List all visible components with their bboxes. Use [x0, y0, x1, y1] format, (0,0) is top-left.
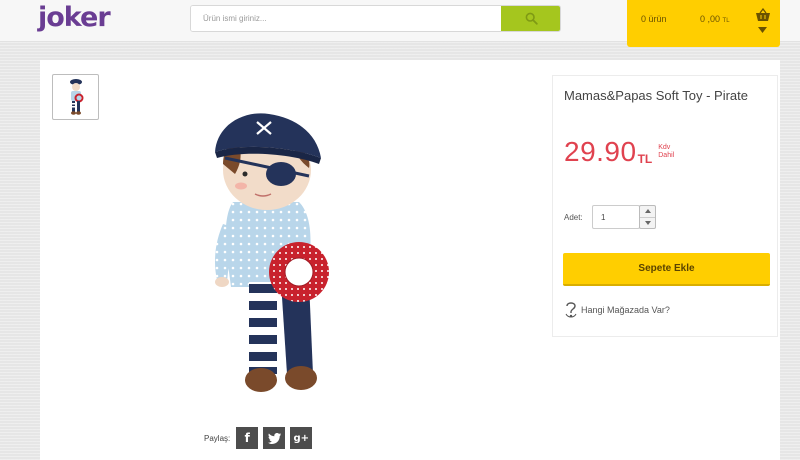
facebook-icon: f: [244, 431, 250, 445]
site-header: joker 0 ürün 0 ,00 TL: [0, 0, 800, 47]
quantity-label-text: Adet: [564, 213, 581, 222]
search-bar: [190, 5, 561, 32]
search-button[interactable]: [501, 6, 560, 31]
product-price: 29.90: [564, 136, 637, 167]
caret-up-icon: [644, 209, 651, 214]
facebook-share-button[interactable]: f: [236, 427, 259, 449]
main-product-image[interactable]: [205, 112, 340, 402]
basket-icon: [756, 8, 770, 21]
product-title: Mamas&Papas Soft Toy - Pirate: [564, 88, 749, 103]
google-plus-icon: g+: [293, 432, 309, 444]
twitter-share-button[interactable]: [263, 427, 286, 449]
google-plus-share-button[interactable]: g+: [290, 427, 313, 449]
search-input[interactable]: [191, 6, 501, 31]
cart-total-currency: TL: [722, 18, 730, 24]
share-bar: Paylaş: f g+: [204, 427, 317, 449]
search-icon: [525, 12, 538, 25]
logo-text: joker: [38, 2, 111, 33]
quantity-label: Adet:: [564, 213, 583, 222]
share-label: Paylaş:: [204, 433, 231, 443]
site-logo[interactable]: joker: [38, 2, 111, 33]
pirate-soft-toy-image: [215, 113, 329, 392]
mini-cart[interactable]: 0 ürün 0 ,00 TL: [627, 0, 780, 47]
product-info-panel: Mamas&Papas Soft Toy - Pirate 29.90 TL K…: [552, 75, 778, 337]
product-thumbnail[interactable]: [52, 74, 99, 120]
caret-down-icon: [644, 220, 651, 225]
store-link-label: Hangi Mağazada Var?: [581, 305, 670, 315]
chevron-down-icon[interactable]: [758, 27, 767, 33]
quantity-increase-button[interactable]: [640, 206, 655, 217]
twitter-icon: [267, 432, 281, 444]
quantity-field[interactable]: [592, 205, 640, 229]
product-thumbnail-image: [69, 79, 83, 115]
add-to-cart-button[interactable]: Sepete Ekle: [563, 253, 770, 286]
quantity-decrease-button[interactable]: [640, 216, 655, 229]
tax-note: Kdv Dahil: [658, 144, 680, 160]
price-block: 29.90 TL Kdv Dahil: [564, 136, 680, 167]
quantity-stepper[interactable]: [639, 205, 656, 229]
store-availability-link[interactable]: Hangi Mağazada Var?: [564, 301, 670, 319]
cart-total: 0 ,00 TL: [700, 14, 730, 24]
cart-item-count: 0 ürün: [641, 14, 667, 24]
price-currency: TL: [637, 152, 653, 166]
cart-total-value: 0 ,00: [700, 14, 721, 24]
tax-note-text: Kdv Dahil: [658, 144, 675, 159]
store-locator-icon: [565, 302, 577, 318]
